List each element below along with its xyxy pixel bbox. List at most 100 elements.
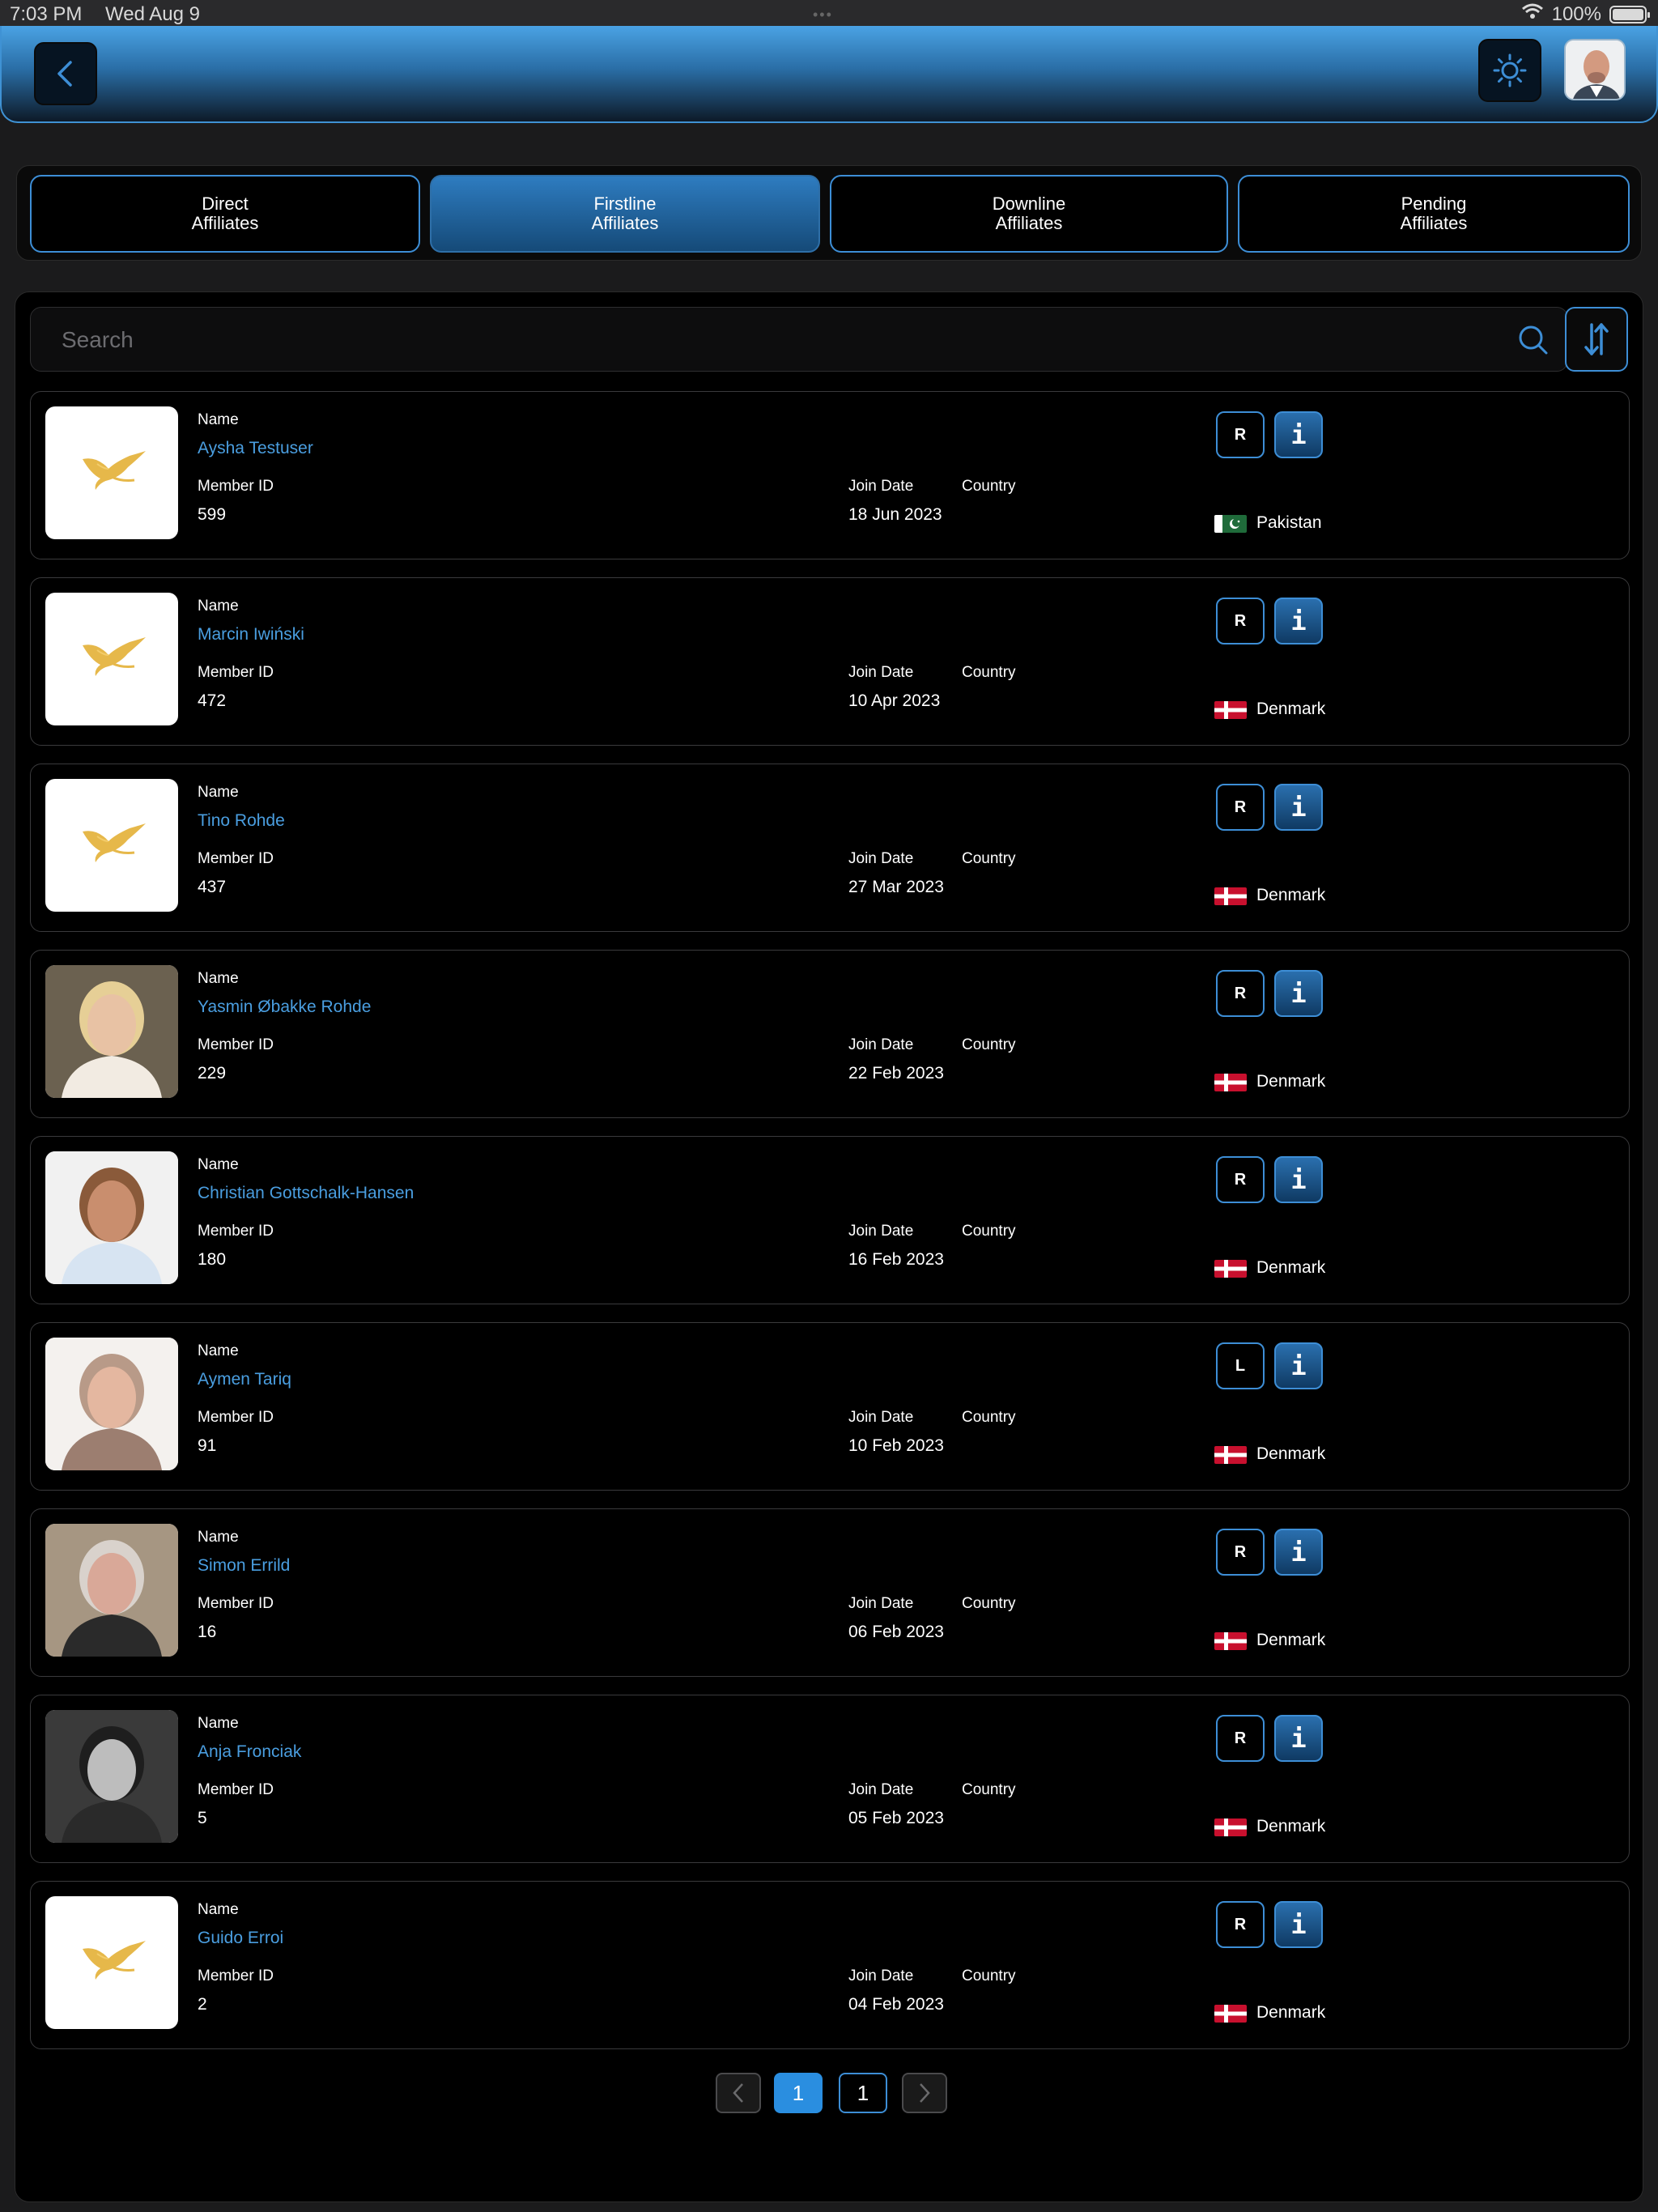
country-flag bbox=[1214, 1260, 1247, 1278]
join-date-value: 27 Mar 2023 bbox=[848, 878, 944, 896]
rank-badge-button[interactable]: R bbox=[1216, 598, 1265, 644]
tab-label-line2: Affiliates bbox=[995, 213, 1063, 233]
rank-badge-button[interactable]: L bbox=[1216, 1342, 1265, 1389]
sort-button[interactable] bbox=[1565, 307, 1628, 372]
rank-badge-button[interactable]: R bbox=[1216, 970, 1265, 1017]
country-label: Country bbox=[962, 1409, 1016, 1426]
info-button[interactable]: i bbox=[1274, 1529, 1323, 1576]
join-date-value: 10 Apr 2023 bbox=[848, 691, 941, 710]
member-id-label: Member ID bbox=[198, 1036, 274, 1053]
name-label: Name bbox=[198, 1529, 239, 1546]
back-button[interactable] bbox=[34, 42, 97, 105]
tab-downline-affiliates[interactable]: Downline Affiliates bbox=[830, 175, 1228, 253]
info-button[interactable]: i bbox=[1274, 784, 1323, 831]
info-button[interactable]: i bbox=[1274, 1156, 1323, 1203]
denmark-flag-icon bbox=[1214, 1074, 1247, 1091]
country-flag bbox=[1214, 2005, 1247, 2023]
rank-badge-button[interactable]: R bbox=[1216, 1715, 1265, 1762]
app-header bbox=[0, 26, 1658, 123]
affiliate-name[interactable]: Guido Erroi bbox=[198, 1929, 283, 1948]
pagination-prev-button[interactable] bbox=[716, 2073, 761, 2113]
affiliate-row[interactable]: Name Yasmin Øbakke Rohde Member ID 229 Join … bbox=[30, 950, 1630, 1118]
tab-direct-affiliates[interactable]: Direct Affiliates bbox=[30, 175, 420, 253]
pagination-next-button[interactable] bbox=[902, 2073, 947, 2113]
affiliate-name[interactable]: Tino Rohde bbox=[198, 811, 285, 831]
affiliate-row[interactable]: Name Christian Gottschalk-Hansen Member ID… bbox=[30, 1136, 1630, 1304]
country-value: Denmark bbox=[1256, 1072, 1326, 1091]
affiliate-avatar bbox=[45, 1151, 178, 1284]
country-value: Denmark bbox=[1256, 1817, 1326, 1836]
info-button[interactable]: i bbox=[1274, 411, 1323, 458]
join-date-label: Join Date bbox=[848, 478, 914, 495]
affiliate-row[interactable]: Name Guido Erroi Member ID 2 Join Date 04 Feb… bbox=[30, 1881, 1630, 2049]
affiliate-name[interactable]: Christian Gottschalk-Hansen bbox=[198, 1184, 414, 1203]
chevron-left-icon bbox=[57, 61, 72, 87]
rank-badge-button[interactable]: R bbox=[1216, 1901, 1265, 1948]
theme-toggle-button[interactable] bbox=[1478, 39, 1541, 102]
affiliate-name[interactable]: Aysha Testuser bbox=[198, 439, 313, 458]
member-id-value: 91 bbox=[198, 1436, 217, 1455]
name-label: Name bbox=[198, 1156, 239, 1173]
tab-pending-affiliates[interactable]: Pending Affiliates bbox=[1238, 175, 1630, 253]
battery-percent: 100% bbox=[1551, 2, 1601, 25]
affiliate-row[interactable]: Name Marcin Iwiński Member ID 472 Join Date 1… bbox=[30, 577, 1630, 746]
country-value: Denmark bbox=[1256, 700, 1326, 718]
name-label: Name bbox=[198, 411, 239, 428]
rank-badge-button[interactable]: R bbox=[1216, 411, 1265, 458]
affiliate-avatar bbox=[45, 1896, 178, 2029]
info-button[interactable]: i bbox=[1274, 1342, 1323, 1389]
join-date-value: 04 Feb 2023 bbox=[848, 1995, 944, 2014]
affiliate-row[interactable]: Name Tino Rohde Member ID 437 Join Date 27 Ma… bbox=[30, 764, 1630, 932]
info-button[interactable]: i bbox=[1274, 1715, 1323, 1762]
affiliate-row[interactable]: Name Simon Errild Member ID 16 Join Date 06 F… bbox=[30, 1508, 1630, 1677]
info-button[interactable]: i bbox=[1274, 970, 1323, 1017]
country-flag bbox=[1214, 1632, 1247, 1650]
affiliate-name[interactable]: Anja Fronciak bbox=[198, 1742, 301, 1762]
info-icon: i bbox=[1290, 978, 1307, 1009]
pagination-current-page[interactable]: 1 bbox=[774, 2073, 823, 2113]
denmark-flag-icon bbox=[1214, 2005, 1247, 2023]
member-id-label: Member ID bbox=[198, 1967, 274, 1984]
affiliate-tabs: Direct Affiliates Firstline Affiliates D… bbox=[16, 165, 1642, 261]
name-label: Name bbox=[198, 970, 239, 987]
join-date-label: Join Date bbox=[848, 1036, 914, 1053]
affiliate-avatar bbox=[45, 1524, 178, 1657]
member-id-label: Member ID bbox=[198, 1223, 274, 1240]
affiliates-panel: Name Aysha Testuser Member ID 599 Join Date 1… bbox=[15, 291, 1643, 2202]
denmark-flag-icon bbox=[1214, 1260, 1247, 1278]
affiliate-name[interactable]: Simon Errild bbox=[198, 1556, 290, 1576]
affiliate-name[interactable]: Aymen Tariq bbox=[198, 1370, 291, 1389]
denmark-flag-icon bbox=[1214, 1819, 1247, 1836]
member-id-value: 16 bbox=[198, 1623, 217, 1641]
member-id-label: Member ID bbox=[198, 1595, 274, 1612]
affiliate-row[interactable]: Name Aymen Tariq Member ID 91 Join Date 10 Fe… bbox=[30, 1322, 1630, 1491]
rank-badge-button[interactable]: R bbox=[1216, 1529, 1265, 1576]
affiliate-name[interactable]: Marcin Iwiński bbox=[198, 625, 304, 644]
tab-label-line1: Direct bbox=[202, 194, 249, 214]
country-value: Denmark bbox=[1256, 886, 1326, 904]
sun-icon bbox=[1493, 53, 1527, 87]
search-icon[interactable] bbox=[1517, 324, 1550, 360]
pagination-page-button[interactable]: 1 bbox=[839, 2073, 887, 2113]
rank-badge-button[interactable]: R bbox=[1216, 784, 1265, 831]
user-avatar-button[interactable] bbox=[1564, 39, 1626, 100]
country-label: Country bbox=[962, 1967, 1016, 1984]
country-flag bbox=[1214, 1446, 1247, 1464]
affiliate-row[interactable]: Name Anja Fronciak Member ID 5 Join Date 05 F… bbox=[30, 1695, 1630, 1863]
country-label: Country bbox=[962, 1595, 1016, 1612]
name-label: Name bbox=[198, 1715, 239, 1732]
info-button[interactable]: i bbox=[1274, 1901, 1323, 1948]
rank-badge-button[interactable]: R bbox=[1216, 1156, 1265, 1203]
affiliate-avatar bbox=[45, 406, 178, 539]
avatar bbox=[1566, 40, 1624, 99]
country-label: Country bbox=[962, 1036, 1016, 1053]
battery-icon bbox=[1609, 5, 1650, 23]
tab-firstline-affiliates[interactable]: Firstline Affiliates bbox=[430, 175, 820, 253]
denmark-flag-icon bbox=[1214, 1632, 1247, 1650]
affiliate-avatar bbox=[45, 779, 178, 912]
affiliate-name[interactable]: Yasmin Øbakke Rohde bbox=[198, 998, 371, 1017]
search-input[interactable] bbox=[62, 322, 1438, 358]
country-flag bbox=[1214, 1819, 1247, 1836]
info-button[interactable]: i bbox=[1274, 598, 1323, 644]
affiliate-row[interactable]: Name Aysha Testuser Member ID 599 Join Date 1… bbox=[30, 391, 1630, 559]
